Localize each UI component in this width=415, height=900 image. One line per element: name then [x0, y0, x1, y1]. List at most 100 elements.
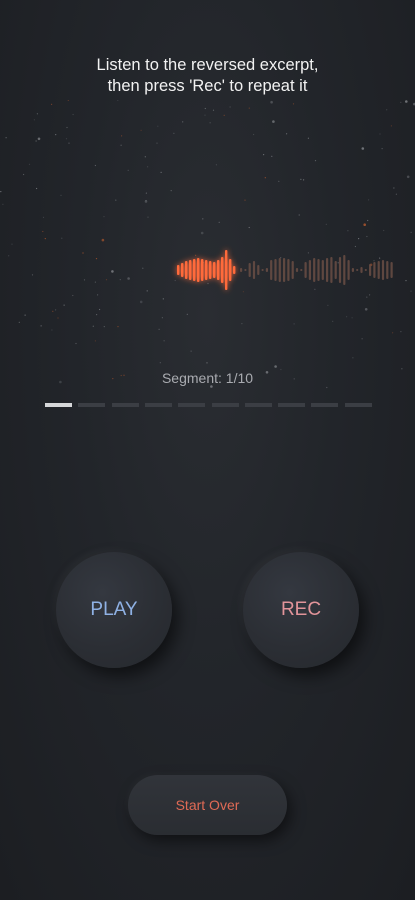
star-particle	[351, 317, 353, 319]
waveform-bar-remaining	[381, 260, 385, 280]
waveform-bar-remaining	[291, 261, 294, 279]
star-particle	[303, 179, 305, 181]
star-particle	[55, 134, 57, 136]
waveform-bar-remaining	[386, 261, 389, 279]
waveform-bar-remaining	[308, 260, 311, 280]
waveform-bar-remaining	[377, 261, 380, 279]
waveform-bar-played	[181, 263, 184, 277]
waveform-bar-remaining	[261, 269, 264, 271]
waveform-bar-remaining	[360, 267, 363, 273]
record-button[interactable]: REC	[243, 552, 359, 668]
segment-indicator	[311, 403, 339, 407]
waveform-bar-remaining	[321, 260, 324, 280]
waveform-bar-remaining	[278, 258, 281, 282]
star-particle	[347, 230, 349, 232]
waveform-bar-remaining	[334, 261, 337, 279]
play-button[interactable]: PLAY	[56, 552, 172, 668]
waveform-bar-remaining	[270, 260, 273, 280]
star-particle	[361, 338, 363, 340]
star-particle	[103, 216, 105, 218]
star-particle	[65, 138, 68, 140]
star-particle	[121, 135, 123, 137]
waveform-bar-played	[213, 262, 216, 278]
star-particle	[173, 132, 175, 134]
segment-indicator	[45, 403, 72, 407]
star-particle	[158, 328, 160, 330]
star-particle	[94, 164, 96, 167]
star-particle	[0, 191, 2, 193]
segment-indicator	[244, 403, 272, 407]
star-particle	[55, 309, 57, 311]
waveform-bar-remaining	[351, 268, 354, 272]
star-particle	[218, 221, 220, 223]
waveform-bar-remaining	[248, 263, 251, 277]
waveform-bar-remaining	[373, 262, 376, 278]
start-over-button[interactable]: Start Over	[128, 775, 287, 835]
waveform-bar-remaining	[252, 261, 256, 279]
star-particle	[94, 340, 96, 342]
star-particle	[209, 122, 211, 124]
star-particle	[293, 323, 295, 325]
star-particle	[33, 119, 36, 121]
waveform-bar-played	[225, 250, 228, 290]
star-particle	[223, 114, 225, 116]
waveform-bar-remaining	[304, 262, 307, 278]
star-particle	[99, 308, 101, 311]
star-particle	[182, 121, 184, 123]
star-particle	[366, 235, 368, 238]
star-particle	[36, 187, 38, 190]
instruction-line-2: then press 'Rec' to repeat it	[107, 77, 308, 95]
audio-waveform	[177, 250, 393, 290]
star-particle	[361, 147, 365, 150]
waveform-bar-remaining	[283, 258, 286, 282]
star-particle	[400, 331, 402, 333]
star-particle	[144, 156, 146, 158]
waveform-bar-remaining	[295, 268, 299, 272]
waveform-bar-played	[205, 260, 208, 280]
star-particle	[42, 230, 44, 233]
waveform-bar-played	[193, 259, 196, 281]
star-particle	[92, 325, 94, 327]
star-particle	[390, 125, 392, 127]
waveform-bar-remaining	[257, 265, 260, 275]
star-particle	[51, 103, 53, 105]
star-particle	[156, 142, 158, 144]
star-particle	[206, 362, 208, 364]
star-particle	[400, 101, 402, 103]
instruction-line-1: Listen to the reversed excerpt,	[96, 56, 319, 74]
star-particle	[367, 219, 369, 222]
star-particle	[381, 148, 383, 150]
waveform-bar-remaining	[317, 259, 320, 281]
segment-indicator	[178, 403, 206, 407]
star-particle	[18, 321, 20, 323]
star-particle	[274, 365, 277, 368]
star-particle	[66, 126, 68, 129]
star-particle	[67, 100, 69, 101]
segment-indicator	[111, 403, 139, 407]
waveform-bar-remaining	[240, 268, 243, 272]
star-particle	[410, 231, 412, 233]
star-particle	[63, 304, 65, 306]
waveform-bar-remaining	[369, 264, 372, 276]
star-particle	[248, 226, 250, 229]
star-particle	[35, 140, 37, 142]
star-particle	[5, 137, 7, 139]
star-particle	[51, 329, 53, 331]
waveform-bar-remaining	[274, 259, 277, 281]
star-particle	[405, 100, 408, 103]
star-particle	[395, 193, 397, 195]
star-particle	[202, 218, 204, 220]
star-particle	[393, 187, 395, 189]
star-particle	[40, 325, 42, 327]
star-particle	[36, 113, 39, 115]
waveform-bar-played	[209, 261, 212, 279]
star-particle	[145, 192, 147, 194]
waveform-bar-played	[217, 260, 220, 280]
star-particle	[263, 154, 265, 156]
star-particle	[200, 231, 204, 235]
star-particle	[383, 229, 385, 232]
star-particle	[300, 178, 302, 180]
star-particle	[368, 199, 370, 201]
waveform-bar-remaining	[313, 258, 316, 282]
star-particle	[364, 308, 368, 311]
